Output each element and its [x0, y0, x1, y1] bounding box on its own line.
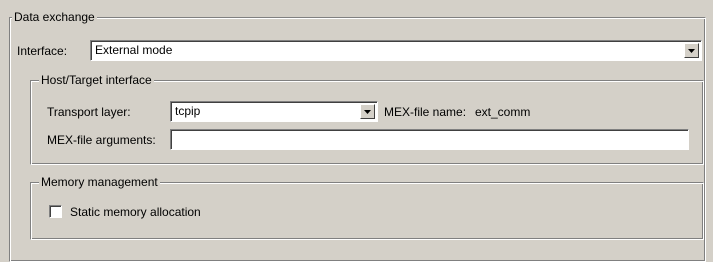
interface-select[interactable]: External mode: [90, 40, 702, 61]
transport-layer-select[interactable]: tcpip: [170, 101, 378, 122]
transport-layer-dropdown-button[interactable]: [360, 104, 375, 119]
chevron-down-icon: [688, 48, 695, 53]
host-target-title: Host/Target interface: [39, 73, 154, 87]
static-memory-allocation-label[interactable]: Static memory allocation: [70, 205, 201, 219]
memory-management-title: Memory management: [39, 175, 160, 189]
chevron-down-icon: [364, 109, 371, 114]
mex-file-name-value: ext_comm: [475, 105, 531, 119]
mex-file-name-label: MEX-file name:: [384, 105, 467, 119]
interface-selected-value: External mode: [95, 43, 173, 57]
interface-dropdown-button[interactable]: [684, 43, 699, 58]
mex-file-arguments-input[interactable]: [170, 129, 689, 150]
host-target-group: [30, 80, 704, 165]
transport-layer-selected-value: tcpip: [175, 104, 201, 118]
transport-layer-label: Transport layer:: [47, 105, 131, 119]
mex-file-arguments-label: MEX-file arguments:: [47, 133, 156, 147]
data-exchange-title: Data exchange: [12, 10, 97, 24]
static-memory-allocation-checkbox[interactable]: [49, 205, 62, 218]
interface-label: Interface:: [17, 44, 68, 58]
